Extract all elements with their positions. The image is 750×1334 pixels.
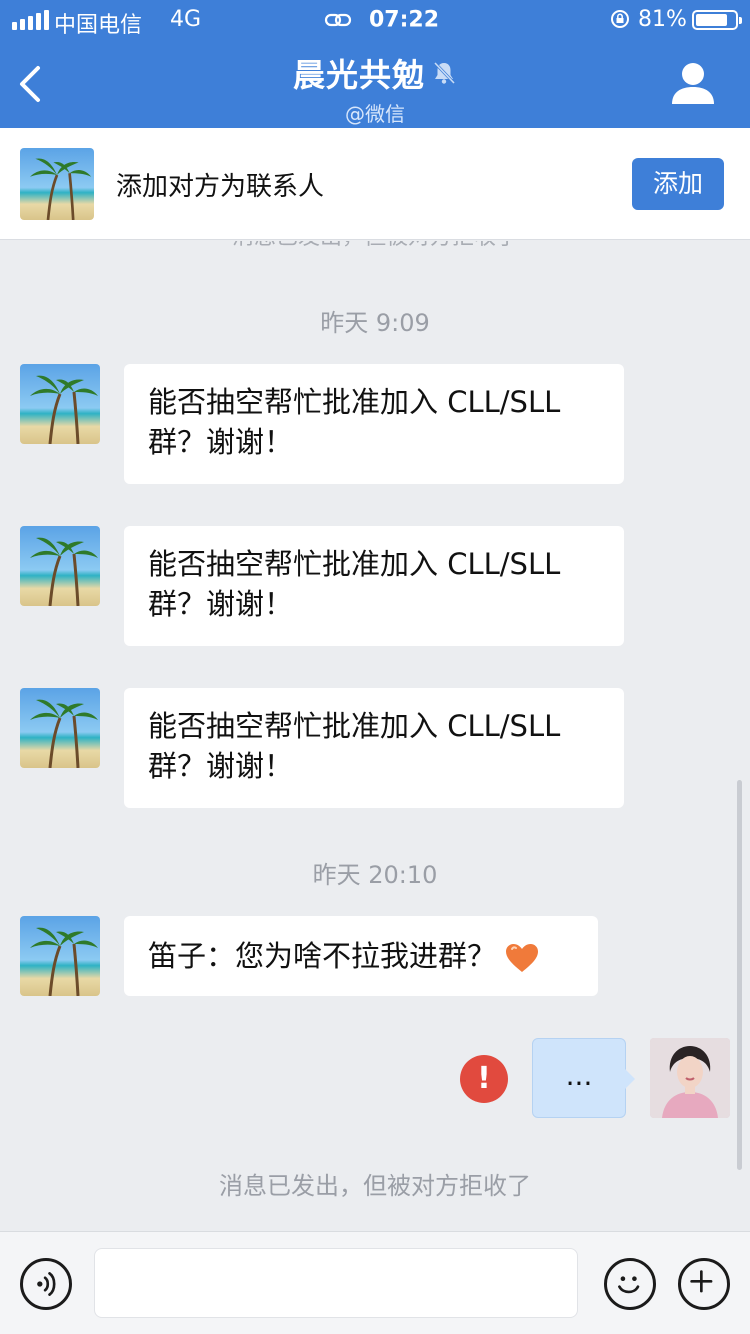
person-icon[interactable] (668, 60, 718, 106)
message-bubble[interactable]: 笛子：您为啥不拉我进群？ (124, 916, 598, 996)
palm-tree-image (30, 927, 98, 996)
status-bar: 中国电信 4G 07:22 81% (0, 0, 750, 40)
contact-avatar[interactable] (20, 148, 94, 220)
chat-header: 晨光共勉 @微信 (200, 50, 550, 127)
plus-icon[interactable] (678, 1258, 730, 1310)
message-text-line: 群？谢谢！ (148, 425, 294, 459)
sender-avatar[interactable] (20, 364, 100, 444)
sender-avatar[interactable] (20, 526, 100, 606)
system-notice: 消息已发出，但被对方拒收了 (219, 1172, 531, 1200)
signal-icon (12, 10, 49, 30)
carrier-name: 中国电信 (54, 13, 143, 38)
message-text: 笛子：您为啥不拉我进群？ (148, 939, 497, 973)
top-bar: 中国电信 4G 07:22 81% 晨光共勉 @微信 (0, 0, 750, 128)
palm-tree-image (30, 158, 92, 220)
message-text-line: 能否抽空帮忙批准加入 CLL/SLL (148, 547, 561, 581)
voice-icon[interactable] (20, 1258, 72, 1310)
timestamp: 昨天 9:09 (320, 309, 430, 337)
rotation-lock-icon (611, 10, 629, 28)
message-input[interactable] (94, 1248, 578, 1318)
chat-subtitle: @微信 (345, 102, 405, 126)
chat-scrollbar[interactable] (737, 780, 742, 1170)
network-type: 4G (170, 7, 202, 32)
palm-tree-image (30, 537, 98, 606)
add-contact-button[interactable]: 添加 (632, 158, 724, 210)
timestamp: 昨天 20:10 (312, 861, 438, 889)
sender-avatar[interactable] (20, 916, 100, 996)
system-notice-cut: 消息已发出，但被对方拒收了 (0, 241, 750, 251)
message-text-line: 群？谢谢！ (148, 587, 294, 621)
self-avatar[interactable] (650, 1038, 730, 1118)
message-text-line: 能否抽空帮忙批准加入 CLL/SLL (148, 385, 561, 419)
add-contact-text: 添加对方为联系人 (116, 172, 325, 202)
input-bar (0, 1231, 750, 1334)
message-bubble[interactable]: 能否抽空帮忙批准加入 CLL/SLL 群？谢谢！ (124, 526, 624, 646)
bell-muted-icon (433, 61, 456, 85)
message-bubble[interactable]: 能否抽空帮忙批准加入 CLL/SLL 群？谢谢！ (124, 364, 624, 484)
chat-title: 晨光共勉 (292, 56, 425, 94)
heart-emoji (506, 944, 539, 972)
self-message-bubble[interactable]: ... (532, 1038, 635, 1118)
message-bubble[interactable]: 能否抽空帮忙批准加入 CLL/SLL 群？谢谢！ (124, 688, 624, 808)
sender-avatar[interactable] (20, 688, 100, 768)
send-failed-icon[interactable]: ! (460, 1055, 508, 1103)
palm-tree-image (30, 699, 98, 768)
status-time-group: 07:22 (324, 7, 444, 33)
palm-tree-image (30, 375, 98, 444)
add-contact-banner: 添加对方为联系人 添加 (0, 128, 750, 240)
battery-percent: 81% (638, 7, 687, 32)
portrait-image (650, 1038, 730, 1118)
clock: 07:22 (369, 7, 440, 33)
link-icon (324, 13, 352, 27)
smiley-icon[interactable] (604, 1258, 656, 1310)
battery-icon (692, 10, 742, 30)
message-text-line: 群？谢谢！ (148, 749, 294, 783)
message-text-line: 能否抽空帮忙批准加入 CLL/SLL (148, 709, 561, 743)
self-message-text: ... (565, 1059, 593, 1092)
chevron-left-icon[interactable] (14, 62, 46, 106)
chat-area[interactable]: 消息已发出，但被对方拒收了 昨天 9:09 能否抽空帮忙批准加入 CLL/SLL… (0, 241, 750, 1231)
